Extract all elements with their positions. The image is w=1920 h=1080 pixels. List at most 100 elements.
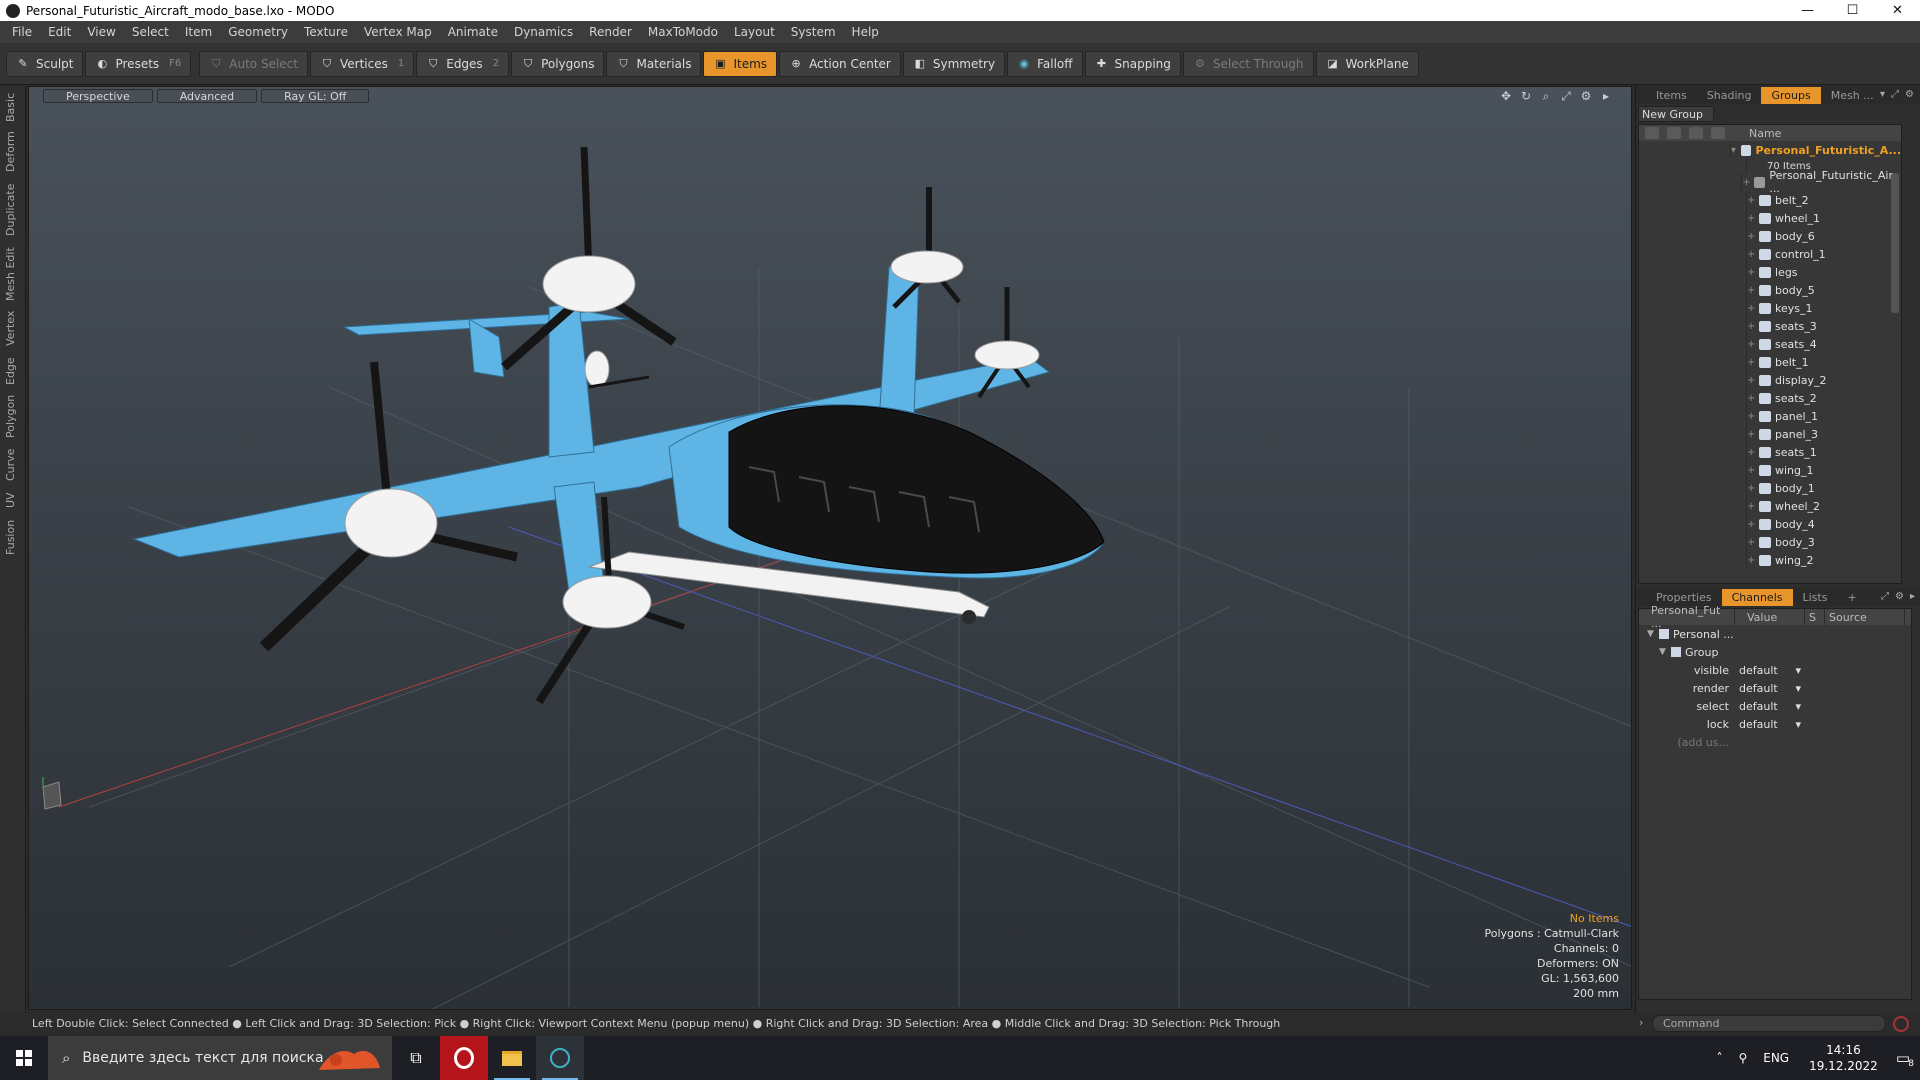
list-item[interactable]: + seats_4 bbox=[1639, 335, 1901, 353]
snapping-button[interactable]: ✚ Snapping bbox=[1084, 50, 1181, 77]
3d-viewport[interactable]: Perspective Advanced Ray GL: Off ✥ ↻ ⌕ ⤢… bbox=[28, 86, 1632, 1010]
expand-icon[interactable]: ▼ bbox=[1659, 647, 1671, 657]
tab-lists[interactable]: Lists bbox=[1793, 589, 1838, 606]
dropdown-arrow-icon[interactable]: ▾ bbox=[1795, 700, 1801, 713]
menu-animate[interactable]: Animate bbox=[440, 25, 506, 39]
list-item[interactable]: + panel_3 bbox=[1639, 425, 1901, 443]
menu-geometry[interactable]: Geometry bbox=[220, 25, 296, 39]
group-list-scrollbar[interactable] bbox=[1891, 173, 1899, 313]
tab-edge[interactable]: Edge bbox=[4, 354, 22, 388]
channel-row-render[interactable]: render default ▾ bbox=[1639, 679, 1911, 697]
menu-edit[interactable]: Edit bbox=[40, 25, 79, 39]
network-icon[interactable]: ⚲ bbox=[1738, 1051, 1747, 1065]
language-indicator[interactable]: ENG bbox=[1763, 1051, 1789, 1065]
menu-item[interactable]: Item bbox=[177, 25, 220, 39]
menu-system[interactable]: System bbox=[783, 25, 844, 39]
list-item[interactable]: + seats_2 bbox=[1639, 389, 1901, 407]
lock-column-icon[interactable] bbox=[1689, 127, 1703, 139]
list-item[interactable]: + display_2 bbox=[1639, 371, 1901, 389]
workplane-button[interactable]: ◪ WorkPlane bbox=[1315, 50, 1419, 77]
dropdown-icon[interactable]: ▾ bbox=[1880, 89, 1885, 100]
fit-icon[interactable]: ⤢ bbox=[1559, 89, 1573, 104]
dropdown-arrow-icon[interactable]: ▾ bbox=[1795, 718, 1801, 731]
pan-icon[interactable]: ✥ bbox=[1499, 89, 1513, 104]
expand-arrow-icon[interactable]: ▸ bbox=[1910, 591, 1915, 602]
list-item[interactable]: + legs bbox=[1639, 263, 1901, 281]
menu-layout[interactable]: Layout bbox=[726, 25, 783, 39]
channel-name-header[interactable]: Personal_Fut ... bbox=[1639, 604, 1735, 630]
tab-duplicate[interactable]: Duplicate bbox=[4, 182, 22, 238]
channel-row-lock[interactable]: lock default ▾ bbox=[1639, 715, 1911, 733]
command-input[interactable]: Command bbox=[1652, 1015, 1886, 1032]
menu-vertex-map[interactable]: Vertex Map bbox=[356, 25, 440, 39]
view-mode-perspective[interactable]: Perspective bbox=[43, 89, 153, 103]
items-button[interactable]: ▣ Items bbox=[703, 50, 778, 77]
tree-group-row[interactable]: ▼ Group bbox=[1639, 643, 1911, 661]
list-item[interactable]: + belt_2 bbox=[1639, 191, 1901, 209]
list-item[interactable]: + body_6 bbox=[1639, 227, 1901, 245]
tab-uv[interactable]: UV bbox=[4, 488, 22, 512]
minimize-button[interactable]: — bbox=[1785, 0, 1830, 21]
taskbar-search[interactable]: ⌕ Введите здесь текст для поиска bbox=[48, 1036, 392, 1080]
action-center-button[interactable]: ⊕ Action Center bbox=[779, 50, 901, 77]
zoom-icon[interactable]: ⌕ bbox=[1539, 89, 1553, 104]
list-item[interactable]: + panel_1 bbox=[1639, 407, 1901, 425]
gear-icon[interactable]: ⚙ bbox=[1905, 89, 1914, 100]
menu-render[interactable]: Render bbox=[581, 25, 640, 39]
tab-mesh[interactable]: Mesh ... bbox=[1821, 87, 1884, 104]
value-header[interactable]: Value bbox=[1735, 609, 1805, 625]
command-chevron-icon[interactable]: › bbox=[1639, 1016, 1643, 1029]
notification-center-icon[interactable]: ▭ 8 bbox=[1896, 1049, 1914, 1069]
show-hidden-icons-chevron[interactable]: ˄ bbox=[1716, 1051, 1722, 1065]
menu-maxtomodo[interactable]: MaxToModo bbox=[640, 25, 726, 39]
add-user-channel-row[interactable]: (add us... bbox=[1639, 733, 1911, 751]
select-column-icon[interactable] bbox=[1711, 127, 1725, 139]
tab-basic[interactable]: Basic bbox=[4, 92, 22, 122]
maximize-panel-icon[interactable]: ⤢ bbox=[1891, 89, 1899, 100]
channel-row-select[interactable]: select default ▾ bbox=[1639, 697, 1911, 715]
menu-view[interactable]: View bbox=[79, 25, 123, 39]
tab-polygon[interactable]: Polygon bbox=[4, 392, 22, 440]
opera-taskbar-button[interactable] bbox=[440, 1036, 488, 1080]
raygl-toggle[interactable]: Ray GL: Off bbox=[261, 89, 370, 103]
menu-dynamics[interactable]: Dynamics bbox=[506, 25, 581, 39]
maximize-button[interactable]: ☐ bbox=[1830, 0, 1875, 21]
materials-button[interactable]: ⛉ Materials bbox=[606, 50, 702, 77]
add-tab-button[interactable]: + bbox=[1837, 589, 1866, 606]
maximize-panel-icon[interactable]: ⤢ bbox=[1881, 591, 1889, 602]
visibility-column-icon[interactable] bbox=[1645, 127, 1659, 139]
tab-vertex[interactable]: Vertex bbox=[4, 308, 22, 348]
tab-items[interactable]: Items bbox=[1646, 87, 1697, 104]
shading-mode-advanced[interactable]: Advanced bbox=[156, 89, 258, 103]
collapse-icon[interactable]: ▾ bbox=[1731, 145, 1739, 156]
tab-curve[interactable]: Curve bbox=[4, 446, 22, 484]
new-group-button[interactable]: New Group bbox=[1638, 106, 1714, 122]
list-item[interactable]: + body_3 bbox=[1639, 533, 1901, 551]
list-item[interactable]: + wheel_2 bbox=[1639, 497, 1901, 515]
select-through-button[interactable]: ⚙ Select Through bbox=[1182, 50, 1314, 77]
sculpt-button[interactable]: ✎ Sculpt bbox=[6, 50, 84, 77]
menu-select[interactable]: Select bbox=[124, 25, 177, 39]
record-macro-icon[interactable] bbox=[1893, 1016, 1909, 1032]
s-header[interactable]: S bbox=[1805, 609, 1825, 625]
tab-deform[interactable]: Deform bbox=[4, 130, 22, 174]
tab-fusion[interactable]: Fusion bbox=[4, 516, 22, 558]
dropdown-arrow-icon[interactable]: ▾ bbox=[1795, 682, 1801, 695]
list-item[interactable]: + wheel_1 bbox=[1639, 209, 1901, 227]
list-item[interactable]: + seats_3 bbox=[1639, 317, 1901, 335]
explorer-taskbar-button[interactable] bbox=[488, 1036, 536, 1080]
clock[interactable]: 14:16 19.12.2022 bbox=[1809, 1042, 1878, 1074]
tab-shading[interactable]: Shading bbox=[1697, 87, 1762, 104]
list-item[interactable]: + body_1 bbox=[1639, 479, 1901, 497]
tree-root-row[interactable]: ▼ Personal ... bbox=[1639, 625, 1911, 643]
vertices-button[interactable]: ⛉ Vertices 1 bbox=[309, 50, 415, 77]
gear-icon[interactable]: ⚙ bbox=[1579, 89, 1593, 104]
list-item[interactable]: + belt_1 bbox=[1639, 353, 1901, 371]
list-item[interactable]: + wing_1 bbox=[1639, 461, 1901, 479]
dropdown-arrow-icon[interactable]: ▾ bbox=[1795, 664, 1801, 677]
task-view-button[interactable]: ⧉ bbox=[392, 1036, 440, 1080]
list-item[interactable]: + keys_1 bbox=[1639, 299, 1901, 317]
menu-help[interactable]: Help bbox=[844, 25, 887, 39]
group-row-selected[interactable]: ▾ Personal_Futuristic_A... bbox=[1639, 141, 1901, 159]
start-button[interactable] bbox=[0, 1036, 48, 1080]
